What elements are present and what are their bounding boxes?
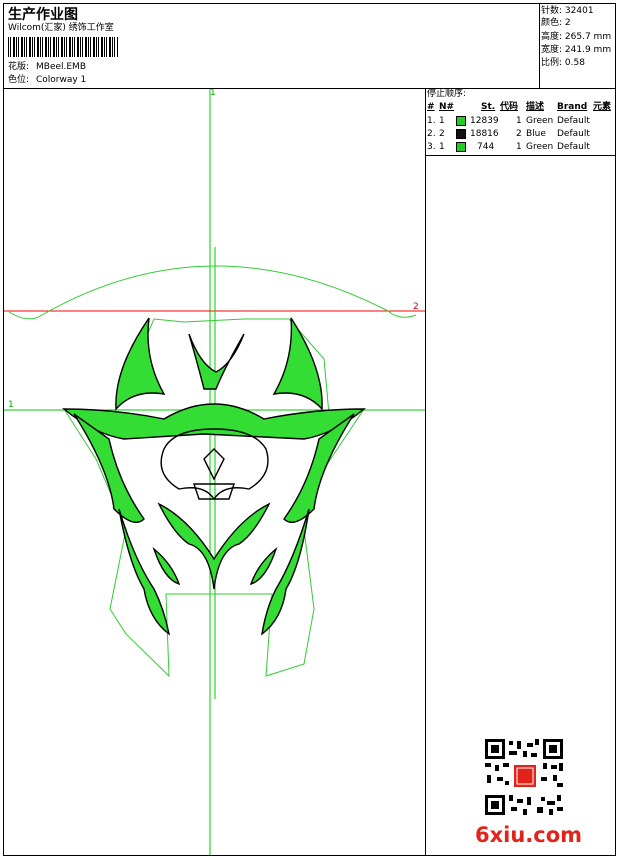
col-needle: N# [439, 102, 455, 112]
design-canvas: 1 1 2 [4, 88, 425, 855]
table-row: 3. 1 744 1 Green Default [427, 142, 590, 152]
watermark-text: 6xiu.com [475, 823, 583, 847]
marker-right: 2 [413, 302, 419, 312]
colorway-name: Colorway 1 [36, 75, 87, 85]
color-swatch-green [456, 142, 466, 152]
header-divider [539, 3, 540, 89]
design-filename: MBeel.EMB [36, 62, 87, 72]
color-swatch-black [456, 129, 466, 139]
colorway-label: 色位: [8, 75, 30, 85]
color-swatch-green [456, 116, 466, 126]
stat-stitches: 针数: 32401 [541, 6, 594, 16]
col-code: 代码 [500, 102, 519, 112]
col-brand: Brand [557, 102, 588, 112]
col-description: 描述 [526, 102, 545, 112]
page-title: 生产作业图 [8, 7, 78, 23]
col-stitches: St. [481, 102, 496, 112]
design-label: 花版: [8, 62, 30, 72]
stop-sequence-title: 停止顺序: [427, 89, 467, 99]
stat-width: 宽度: 241.9 mm [541, 45, 612, 55]
table-row: 1. 1 12839 1 Green Default [427, 116, 590, 126]
barcode [8, 37, 118, 57]
qr-code [483, 737, 565, 817]
stat-height: 高度: 265.7 mm [541, 32, 612, 42]
col-element: 元素 [593, 102, 612, 112]
table-row: 2. 2 18816 2 Blue Default [427, 129, 590, 139]
marker-top: 1 [210, 89, 216, 98]
stat-colors: 颜色: 2 [541, 18, 571, 28]
legend-bottom-rule [425, 155, 616, 156]
marker-left: 1 [8, 400, 14, 410]
legend-divider [425, 89, 426, 856]
embroidery-design: 1 1 2 [4, 88, 425, 855]
col-index: # [427, 102, 435, 112]
company-name: Wilcom(汇家) 绣饰工作室 [8, 23, 114, 33]
stat-scale: 比例: 0.58 [541, 58, 585, 68]
